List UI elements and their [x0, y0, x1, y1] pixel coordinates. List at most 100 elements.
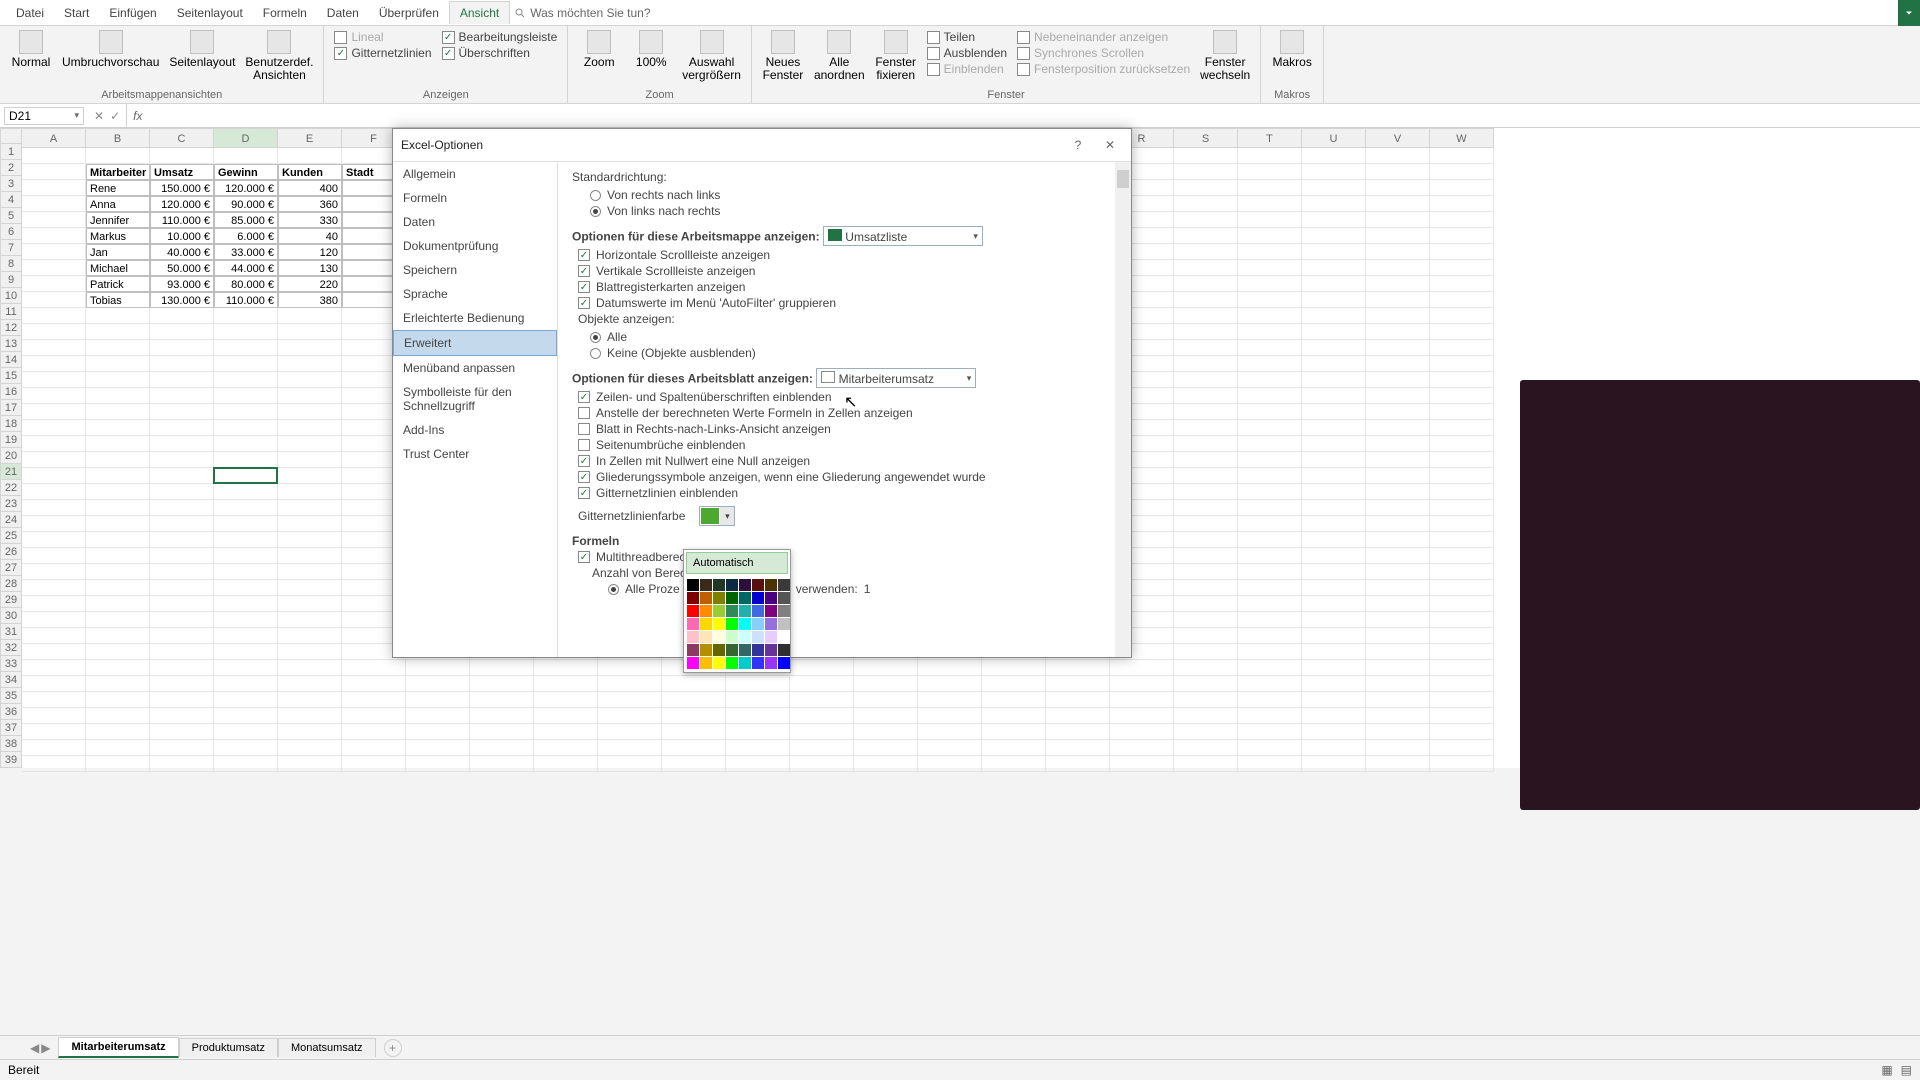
color-swatch[interactable] — [739, 657, 751, 669]
cell[interactable] — [278, 660, 342, 676]
color-swatch[interactable] — [778, 592, 790, 604]
btn-macros[interactable]: Makros — [1267, 28, 1317, 71]
col-header-V[interactable]: V — [1366, 128, 1430, 148]
cell[interactable] — [214, 388, 278, 404]
cell[interactable] — [726, 740, 790, 756]
cell[interactable] — [982, 756, 1046, 772]
sheet-tab-1[interactable]: Produktumsatz — [179, 1038, 278, 1057]
chk-option[interactable]: Anstelle der berechneten Werte Formeln i… — [578, 406, 1117, 420]
color-swatch[interactable] — [687, 605, 699, 617]
cell[interactable] — [1174, 724, 1238, 740]
cell[interactable] — [918, 740, 982, 756]
cell[interactable] — [854, 660, 918, 676]
cell[interactable] — [470, 660, 534, 676]
cell[interactable] — [726, 756, 790, 772]
chk-formula-bar[interactable]: ✓Bearbeitungsleiste — [442, 30, 558, 44]
cell[interactable]: 10.000 € — [150, 228, 214, 244]
cell[interactable] — [662, 708, 726, 724]
tab-home[interactable]: Start — [54, 2, 99, 24]
cell[interactable]: 120.000 € — [214, 180, 278, 196]
cell[interactable] — [1238, 388, 1302, 404]
color-swatch[interactable] — [726, 618, 738, 630]
cell[interactable] — [406, 756, 470, 772]
cell[interactable] — [278, 468, 342, 484]
cell[interactable] — [1046, 676, 1110, 692]
cell[interactable] — [150, 676, 214, 692]
cell[interactable]: 40 — [278, 228, 342, 244]
color-swatch[interactable] — [752, 631, 764, 643]
cell[interactable] — [22, 484, 86, 500]
cell[interactable] — [278, 532, 342, 548]
cell[interactable] — [342, 756, 406, 772]
cell[interactable] — [854, 676, 918, 692]
ribbon-collapse-icon[interactable] — [1898, 0, 1920, 26]
cell[interactable] — [1366, 612, 1430, 628]
color-swatch[interactable] — [687, 644, 699, 656]
tell-me-search[interactable]: Was möchten Sie tun? — [514, 6, 650, 20]
cell[interactable] — [1238, 692, 1302, 708]
cell[interactable] — [1302, 724, 1366, 740]
add-sheet-button[interactable]: + — [384, 1039, 402, 1057]
cell[interactable] — [22, 324, 86, 340]
color-swatch[interactable] — [700, 631, 712, 643]
cell[interactable] — [1366, 596, 1430, 612]
color-swatch[interactable] — [726, 631, 738, 643]
chk-option[interactable]: Blatt in Rechts-nach-Links-Ansicht anzei… — [578, 422, 1117, 436]
cell[interactable] — [1430, 756, 1494, 772]
cell[interactable] — [1110, 692, 1174, 708]
cell[interactable] — [214, 644, 278, 660]
row-header-5[interactable]: 5 — [0, 208, 22, 224]
cell[interactable] — [1366, 676, 1430, 692]
cell[interactable] — [150, 516, 214, 532]
cell[interactable] — [1302, 612, 1366, 628]
cell[interactable] — [406, 676, 470, 692]
cell[interactable] — [662, 676, 726, 692]
cell[interactable] — [22, 276, 86, 292]
cell[interactable] — [1302, 660, 1366, 676]
color-swatch[interactable] — [752, 592, 764, 604]
color-swatch[interactable] — [726, 605, 738, 617]
cell[interactable] — [214, 468, 278, 484]
cell[interactable] — [1174, 292, 1238, 308]
radio-obj-all[interactable]: Alle — [590, 330, 1117, 344]
color-swatch[interactable] — [687, 592, 699, 604]
cell[interactable] — [22, 676, 86, 692]
cell[interactable] — [1366, 164, 1430, 180]
cell[interactable] — [1174, 260, 1238, 276]
cell[interactable] — [1238, 308, 1302, 324]
tab-file[interactable]: Datei — [6, 2, 54, 24]
cell[interactable] — [1302, 276, 1366, 292]
cell[interactable]: 360 — [278, 196, 342, 212]
color-swatch[interactable] — [700, 605, 712, 617]
cell[interactable] — [1174, 708, 1238, 724]
color-swatch[interactable] — [713, 605, 725, 617]
cell[interactable]: 110.000 € — [214, 292, 278, 308]
cell[interactable] — [1302, 468, 1366, 484]
cell[interactable] — [1238, 324, 1302, 340]
cell[interactable] — [1238, 244, 1302, 260]
color-swatch[interactable] — [713, 592, 725, 604]
cell[interactable] — [278, 356, 342, 372]
row-header-6[interactable]: 6 — [0, 224, 22, 240]
cell[interactable] — [22, 532, 86, 548]
cell[interactable] — [278, 324, 342, 340]
cell[interactable] — [534, 724, 598, 740]
btn-zoom-selection[interactable]: Auswahl vergrößern — [678, 28, 745, 84]
cell[interactable] — [1302, 676, 1366, 692]
cell[interactable] — [1366, 260, 1430, 276]
cell[interactable] — [22, 260, 86, 276]
cell[interactable] — [1430, 148, 1494, 164]
cell[interactable] — [1110, 660, 1174, 676]
cell[interactable] — [278, 548, 342, 564]
cell[interactable] — [1302, 308, 1366, 324]
tab-view[interactable]: Ansicht — [449, 1, 510, 24]
dialog-help-button[interactable]: ? — [1065, 135, 1091, 155]
cell[interactable] — [1302, 516, 1366, 532]
cell[interactable] — [1366, 212, 1430, 228]
cell[interactable] — [1238, 756, 1302, 772]
cell[interactable]: 220 — [278, 276, 342, 292]
row-header-18[interactable]: 18 — [0, 416, 22, 432]
cell[interactable] — [150, 372, 214, 388]
cell[interactable] — [278, 740, 342, 756]
cell[interactable] — [1238, 580, 1302, 596]
